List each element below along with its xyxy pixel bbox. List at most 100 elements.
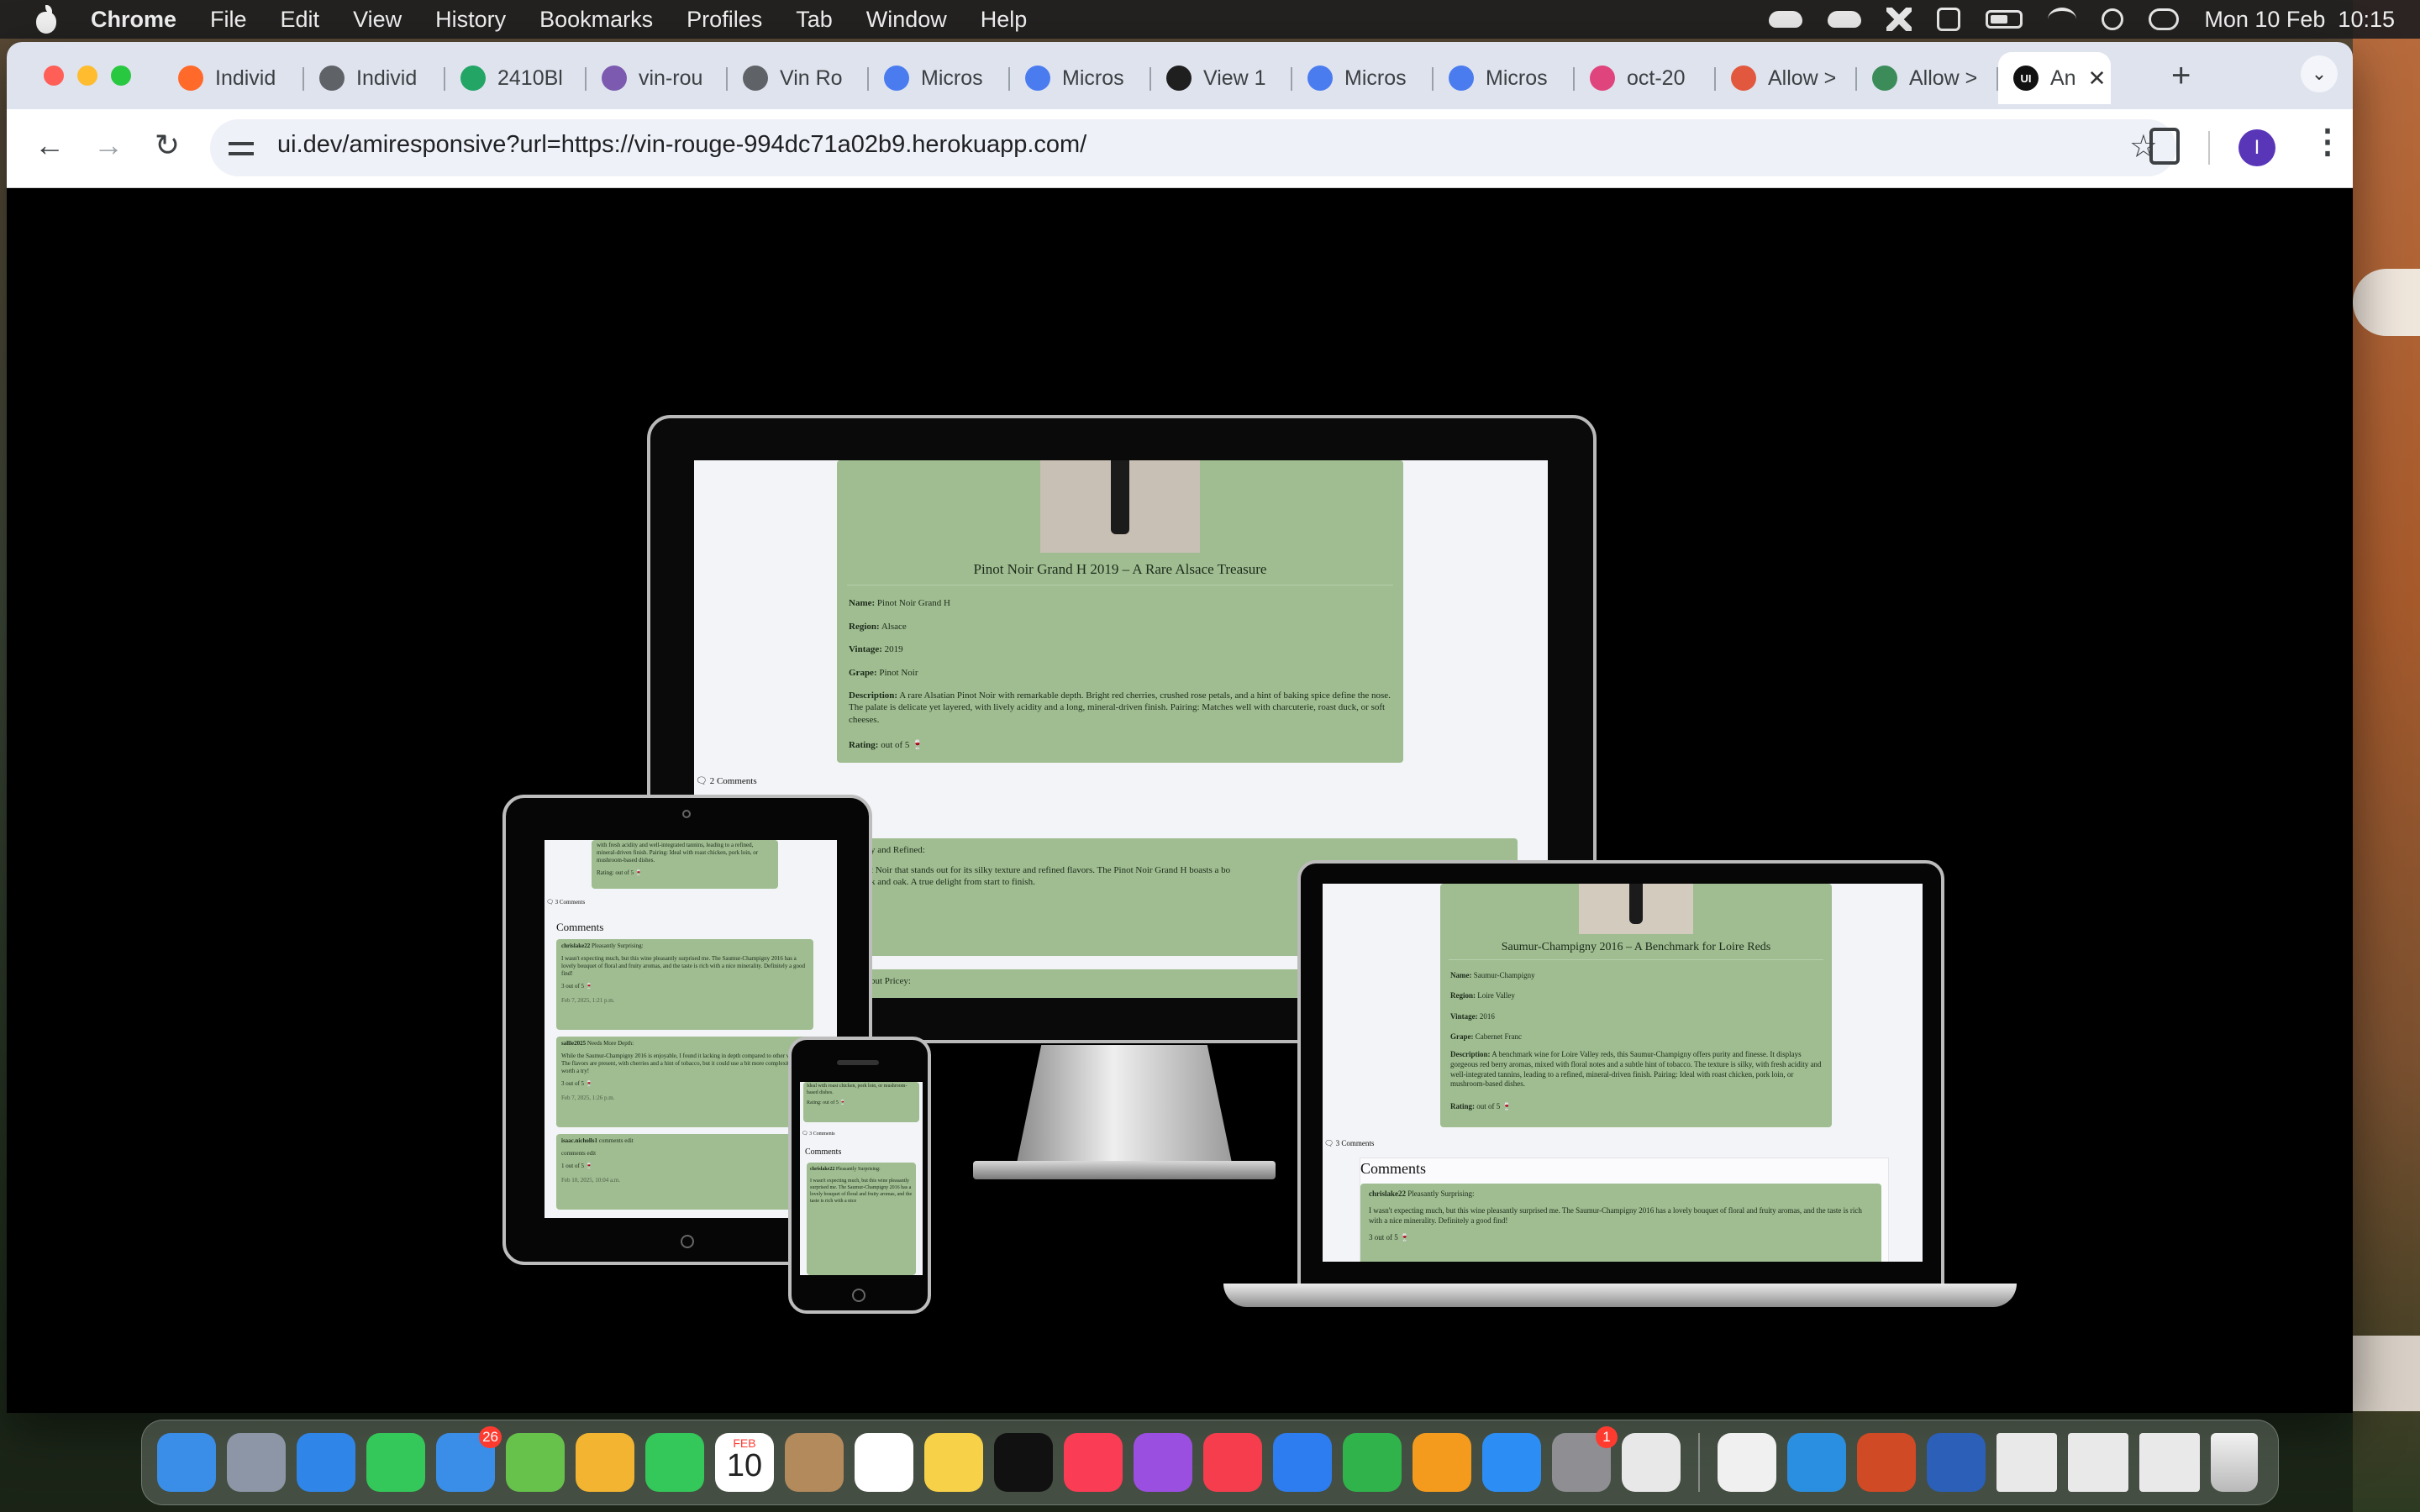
browser-tab[interactable]: View 1 [1151, 52, 1292, 104]
dock-window-thumb-1[interactable] [1996, 1433, 2057, 1492]
chrome-icon[interactable] [1622, 1433, 1681, 1492]
wine-rating: Rating: out of 5 🍷 [849, 739, 923, 750]
pages-icon[interactable] [1413, 1433, 1471, 1492]
calendar-icon[interactable]: FEB 10 [715, 1433, 774, 1492]
menu-bar: Chrome File Edit View History Bookmarks … [0, 0, 2420, 39]
tab-search-button[interactable]: ⌄ [2301, 55, 2338, 92]
browser-tab[interactable]: Allow > [1716, 52, 1857, 104]
browser-tab[interactable]: oct-20 [1575, 52, 1716, 104]
browser-tab[interactable]: Micros [1434, 52, 1575, 104]
safari-icon[interactable] [297, 1433, 355, 1492]
menu-help[interactable]: Help [981, 7, 1028, 33]
browser-tab[interactable]: vin-rou [587, 52, 728, 104]
status-app-icon[interactable] [1937, 8, 1961, 31]
finder-icon[interactable] [157, 1433, 216, 1492]
control-center-icon[interactable] [2149, 8, 2180, 30]
onedrive-icon[interactable] [1828, 11, 1862, 28]
back-button[interactable]: ← [29, 128, 71, 163]
podcasts-icon[interactable] [1134, 1433, 1192, 1492]
browser-tab[interactable]: 2410Bl [445, 52, 587, 104]
menu-history[interactable]: History [435, 7, 506, 33]
minimize-window-button[interactable] [77, 66, 97, 86]
menu-file[interactable]: File [210, 7, 247, 33]
browser-tab[interactable]: Allow > [1857, 52, 1998, 104]
app-store-icon[interactable] [1482, 1433, 1541, 1492]
reload-button[interactable]: ↻ [146, 128, 188, 163]
wine-grape-row: Grape: Pinot Noir [849, 667, 918, 678]
photos-icon[interactable] [576, 1433, 634, 1492]
menu-window[interactable]: Window [866, 7, 947, 33]
mail-icon[interactable]: 26 [436, 1426, 502, 1492]
menu-edit[interactable]: Edit [281, 7, 320, 33]
dock-window-thumb-2[interactable] [2068, 1433, 2128, 1492]
browser-tab[interactable]: Micros [869, 52, 1010, 104]
wifi-icon[interactable] [2048, 8, 2077, 31]
powerpoint-icon[interactable] [1857, 1433, 1916, 1492]
apple-tv-icon[interactable] [994, 1433, 1053, 1492]
close-window-button[interactable] [44, 66, 64, 86]
menu-app-name[interactable]: Chrome [91, 7, 176, 33]
chrome-menu-icon[interactable]: ⋮ [2311, 123, 2344, 161]
tab-title: Allow > [1768, 66, 1837, 90]
tablet-home-button [681, 1235, 694, 1248]
launchpad-icon[interactable] [227, 1433, 286, 1492]
icloud-icon[interactable] [1769, 11, 1803, 28]
menu-view[interactable]: View [353, 7, 402, 33]
dropbox-icon[interactable] [1886, 8, 1912, 31]
fullscreen-window-button[interactable] [111, 66, 131, 86]
tab-favicon-icon [1307, 66, 1333, 91]
extensions-icon[interactable] [2149, 128, 2180, 165]
comments-count[interactable]: 🗨 2 Comments [696, 776, 757, 788]
browser-tab[interactable]: Micros [1010, 52, 1151, 104]
tablet-camera [682, 810, 691, 818]
reminders-icon[interactable] [855, 1433, 913, 1492]
tab-title: Individ [356, 66, 418, 90]
spotlight-search-icon[interactable] [2102, 8, 2124, 30]
news-icon[interactable] [1203, 1433, 1262, 1492]
apple-icon[interactable] [34, 5, 59, 34]
browser-tab[interactable]: Individ [304, 52, 445, 104]
maps-icon[interactable] [506, 1433, 565, 1492]
music-icon[interactable] [1064, 1433, 1123, 1492]
forward-button[interactable]: → [87, 128, 129, 163]
tablet-comment-2: sallie2025 Needs More Depth: While the S… [556, 1037, 813, 1127]
numbers-icon[interactable] [1343, 1433, 1402, 1492]
word-icon[interactable] [1927, 1433, 1986, 1492]
close-tab-icon[interactable]: ✕ [2088, 66, 2107, 92]
menu-bookmarks[interactable]: Bookmarks [539, 7, 653, 33]
messages-icon[interactable] [366, 1433, 425, 1492]
tab-favicon-icon [602, 66, 627, 91]
browser-tab-active[interactable]: UI An ✕ [1998, 52, 2111, 104]
phone-comments-count[interactable]: 🗨 3 Comments [802, 1131, 835, 1137]
trash-icon[interactable] [2211, 1433, 2258, 1492]
battery-icon[interactable] [1986, 10, 2023, 29]
address-url[interactable]: ui.dev/amiresponsive?url=https://vin-rou… [277, 131, 1086, 159]
menu-profiles[interactable]: Profiles [687, 7, 762, 33]
monitor-stand [1015, 1045, 1234, 1171]
wine-name-row: Name: Pinot Noir Grand H [849, 598, 950, 608]
dock-window-thumb-3[interactable] [2139, 1433, 2200, 1492]
system-settings-icon[interactable]: 1 [1552, 1426, 1618, 1492]
menu-tab[interactable]: Tab [796, 7, 833, 33]
laptop-comments-count[interactable]: 🗨 3 Comments [1324, 1139, 1374, 1148]
site-info-icon[interactable] [229, 136, 254, 161]
tab-title: Micros [1486, 66, 1548, 90]
browser-tab[interactable]: Individ [163, 52, 304, 104]
contacts-icon[interactable] [785, 1433, 844, 1492]
phone-home-button [852, 1289, 865, 1302]
notes-icon[interactable] [924, 1433, 983, 1492]
browser-tab[interactable]: Micros [1292, 52, 1434, 104]
profile-avatar[interactable]: I [2238, 129, 2275, 166]
face-app-icon[interactable] [1718, 1433, 1776, 1492]
browser-tab[interactable]: Vin Ro [728, 52, 869, 104]
keynote-icon[interactable] [1273, 1433, 1332, 1492]
dock: 26 FEB 10 1 [141, 1420, 2279, 1505]
tab-title: Individ [215, 66, 276, 90]
tabs: Individ Individ 2410Bl vin-rou Vin Ro Micros M… [163, 52, 2111, 109]
tablet-comments-count[interactable]: 🗨 3 Comments [546, 899, 585, 906]
facetime-icon[interactable] [645, 1433, 704, 1492]
address-bar[interactable]: ui.dev/amiresponsive?url=https://vin-rou… [210, 119, 2176, 176]
new-tab-button[interactable]: + [2171, 57, 2191, 95]
vscode-icon[interactable] [1787, 1433, 1846, 1492]
menu-clock[interactable]: Mon 10 Feb 10:15 [2204, 7, 2395, 33]
